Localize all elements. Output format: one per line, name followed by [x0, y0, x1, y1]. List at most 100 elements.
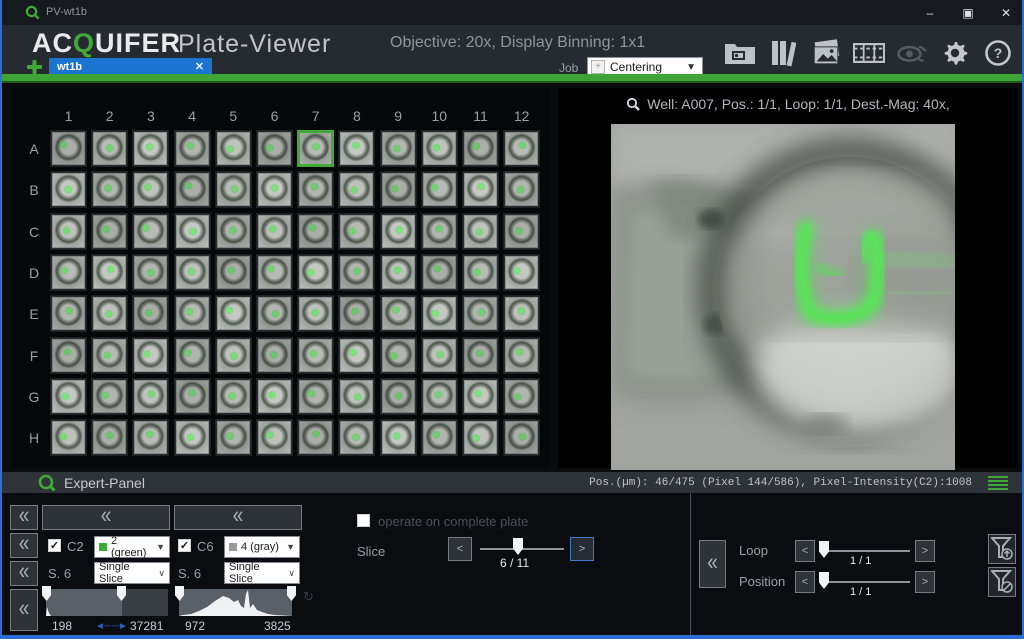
well-thumb-D11[interactable]: [462, 254, 499, 291]
well-thumb-B1[interactable]: [50, 171, 87, 208]
collapse-row2-button[interactable]: «: [10, 533, 38, 558]
well-thumb-B7[interactable]: [297, 171, 334, 208]
position-slider-track[interactable]: [822, 581, 910, 583]
well-thumb-F10[interactable]: [421, 337, 458, 374]
well-thumb-B3[interactable]: [132, 171, 169, 208]
well-thumb-A10[interactable]: [421, 130, 458, 167]
well-thumb-D7[interactable]: [297, 254, 334, 291]
collapse-row3-button[interactable]: «: [10, 561, 38, 586]
loop-slider-thumb[interactable]: [819, 541, 829, 558]
well-thumb-B5[interactable]: [215, 171, 252, 208]
well-thumb-D5[interactable]: [215, 254, 252, 291]
well-thumb-G1[interactable]: [50, 378, 87, 415]
tab-close-icon[interactable]: ✕: [187, 60, 212, 73]
well-thumb-F8[interactable]: [338, 337, 375, 374]
well-thumb-C11[interactable]: [462, 213, 499, 250]
well-thumb-H12[interactable]: [503, 419, 540, 456]
well-thumb-G4[interactable]: [174, 378, 211, 415]
well-thumb-A1[interactable]: [50, 130, 87, 167]
collapse-channel1-button[interactable]: «: [42, 505, 170, 530]
well-thumb-F3[interactable]: [132, 337, 169, 374]
collapse-loop-position-button[interactable]: «: [699, 540, 726, 588]
well-thumb-H1[interactable]: [50, 419, 87, 456]
maximize-button[interactable]: ▣: [960, 6, 976, 20]
collapse-row1-button[interactable]: «: [10, 505, 38, 530]
job-add-icon[interactable]: +: [591, 60, 605, 74]
minimize-button[interactable]: –: [922, 6, 938, 20]
well-thumb-E2[interactable]: [91, 295, 128, 332]
well-thumb-G8[interactable]: [338, 378, 375, 415]
well-thumb-H9[interactable]: [380, 419, 417, 456]
well-thumb-F11[interactable]: [462, 337, 499, 374]
channel1-select[interactable]: 2 (green) ▼: [94, 536, 170, 558]
position-next-button[interactable]: >: [915, 571, 935, 593]
well-thumb-A3[interactable]: [132, 130, 169, 167]
well-thumb-B12[interactable]: [503, 171, 540, 208]
tab-wt1b[interactable]: wt1b ✕: [49, 58, 212, 75]
well-thumb-G5[interactable]: [215, 378, 252, 415]
channel2-select[interactable]: 4 (gray) ▼: [224, 536, 300, 558]
well-thumb-A11[interactable]: [462, 130, 499, 167]
well-thumb-A5[interactable]: [215, 130, 252, 167]
well-thumb-C9[interactable]: [380, 213, 417, 250]
close-button[interactable]: ✕: [998, 6, 1014, 20]
well-thumb-E12[interactable]: [503, 295, 540, 332]
histogram-reset-icon[interactable]: ↻: [303, 589, 314, 605]
folder-media-icon[interactable]: [724, 38, 756, 68]
well-thumb-C1[interactable]: [50, 213, 87, 250]
well-thumb-E9[interactable]: [380, 295, 417, 332]
well-thumb-B9[interactable]: [380, 171, 417, 208]
well-thumb-E8[interactable]: [338, 295, 375, 332]
well-thumb-F1[interactable]: [50, 337, 87, 374]
well-thumb-C5[interactable]: [215, 213, 252, 250]
well-thumb-A2[interactable]: [91, 130, 128, 167]
channel2-histogram[interactable]: [179, 589, 292, 616]
well-thumb-C12[interactable]: [503, 213, 540, 250]
slice-slider-thumb[interactable]: [513, 538, 523, 555]
well-thumb-F6[interactable]: [256, 337, 293, 374]
help-icon[interactable]: ?: [982, 38, 1014, 68]
well-thumb-D1[interactable]: [50, 254, 87, 291]
gallery-icon[interactable]: [810, 38, 842, 68]
well-thumb-B10[interactable]: [421, 171, 458, 208]
channel1-histogram[interactable]: [46, 589, 168, 616]
well-thumb-C3[interactable]: [132, 213, 169, 250]
well-thumb-G6[interactable]: [256, 378, 293, 415]
filter-export-button[interactable]: [988, 534, 1016, 564]
add-tab-icon[interactable]: [26, 59, 43, 75]
well-thumb-E11[interactable]: [462, 295, 499, 332]
collapse-row4-button[interactable]: «: [10, 589, 38, 631]
well-thumb-C10[interactable]: [421, 213, 458, 250]
well-thumb-B8[interactable]: [338, 171, 375, 208]
position-prev-button[interactable]: <: [795, 571, 815, 593]
well-thumb-G11[interactable]: [462, 378, 499, 415]
well-thumb-E10[interactable]: [421, 295, 458, 332]
well-thumb-E5[interactable]: [215, 295, 252, 332]
well-thumb-G12[interactable]: [503, 378, 540, 415]
well-thumb-F2[interactable]: [91, 337, 128, 374]
well-thumb-H2[interactable]: [91, 419, 128, 456]
menu-icon[interactable]: [988, 476, 1008, 492]
well-thumb-C4[interactable]: [174, 213, 211, 250]
well-thumb-B4[interactable]: [174, 171, 211, 208]
well-thumb-H6[interactable]: [256, 419, 293, 456]
slice-prev-button[interactable]: <: [448, 537, 472, 561]
well-thumb-H8[interactable]: [338, 419, 375, 456]
position-slider-thumb[interactable]: [819, 572, 829, 589]
well-thumb-G10[interactable]: [421, 378, 458, 415]
well-thumb-D4[interactable]: [174, 254, 211, 291]
well-thumb-G9[interactable]: [380, 378, 417, 415]
well-thumb-B2[interactable]: [91, 171, 128, 208]
channel1-checkbox[interactable]: ✓: [48, 539, 61, 552]
well-thumb-F9[interactable]: [380, 337, 417, 374]
well-thumb-C8[interactable]: [338, 213, 375, 250]
well-thumb-H7[interactable]: [297, 419, 334, 456]
well-thumb-B6[interactable]: [256, 171, 293, 208]
film-icon[interactable]: [853, 38, 885, 68]
operate-plate-checkbox[interactable]: [357, 514, 370, 527]
well-thumb-D2[interactable]: [91, 254, 128, 291]
slice-next-button[interactable]: >: [570, 537, 594, 561]
channel2-checkbox[interactable]: ✓: [178, 539, 191, 552]
well-thumb-H4[interactable]: [174, 419, 211, 456]
collapse-channel2-button[interactable]: «: [174, 505, 302, 530]
